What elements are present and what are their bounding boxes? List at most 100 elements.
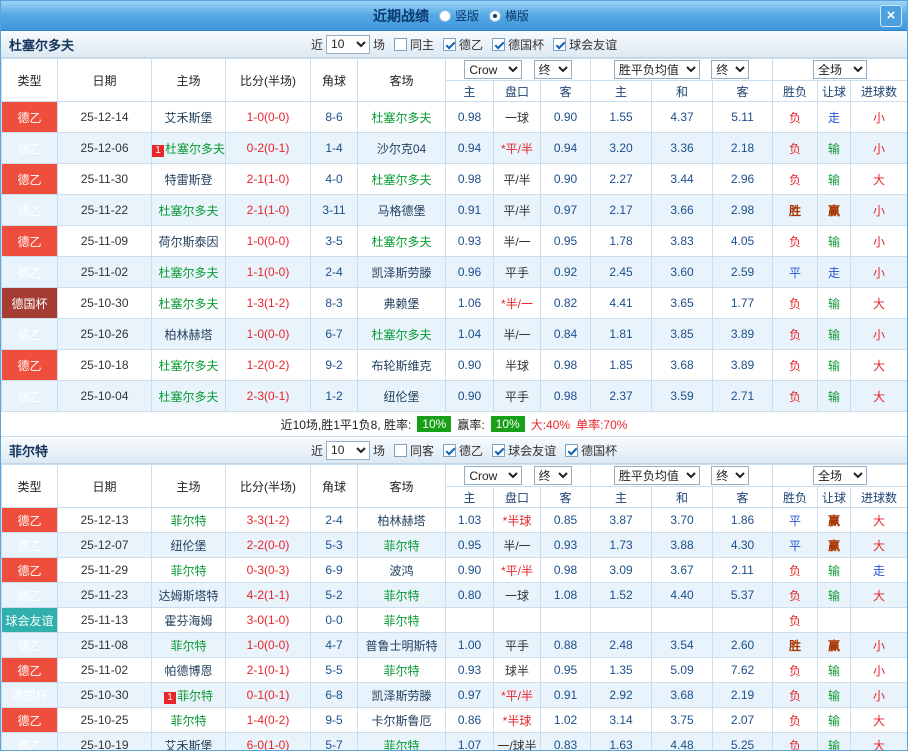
vertical-layout-radio-icon[interactable] xyxy=(438,9,451,22)
filter-checkbox[interactable]: 同客 xyxy=(394,442,434,459)
match-date: 25-10-04 xyxy=(57,380,152,412)
match-count-select[interactable]: 10 xyxy=(326,34,371,54)
away-team-link[interactable]: 菲尔特 xyxy=(383,589,419,603)
filter-checkbox[interactable]: 德乙 xyxy=(443,442,483,459)
home-team-link[interactable]: 艾禾斯堡 xyxy=(164,739,212,751)
corner-score: 8-3 xyxy=(310,287,358,319)
home-team-link[interactable]: 帕德博恩 xyxy=(164,664,212,678)
match-score: 1-1(0-0) xyxy=(225,256,311,288)
checkbox-icon[interactable] xyxy=(394,443,408,457)
away-team-link[interactable]: 菲尔特 xyxy=(383,539,419,553)
checkbox-icon[interactable] xyxy=(443,37,457,51)
away-team-link[interactable]: 马格德堡 xyxy=(377,204,425,218)
asia-away-odds: 0.93 xyxy=(539,532,592,558)
europe-odds-select[interactable]: 胜平负均值 xyxy=(613,466,700,485)
asia-handicap: *平/半 xyxy=(493,132,541,164)
away-team-link[interactable]: 杜塞尔多夫 xyxy=(371,235,431,249)
match-type-badge: 德乙 xyxy=(1,557,58,583)
col-score-header: 比分(半场) xyxy=(225,464,311,508)
away-team-link[interactable]: 卡尔斯鲁厄 xyxy=(371,714,431,728)
checkbox-icon[interactable] xyxy=(492,443,506,457)
result-wdl: 胜 xyxy=(772,632,819,658)
asia-home-odds: 1.03 xyxy=(445,507,494,533)
home-team-link[interactable]: 菲尔特 xyxy=(170,714,206,728)
away-team-link[interactable]: 普鲁士明斯特 xyxy=(365,639,437,653)
away-team-link[interactable]: 沙尔克04 xyxy=(377,142,426,156)
home-team-link[interactable]: 菲尔特 xyxy=(170,514,206,528)
home-team-link[interactable]: 菲尔特 xyxy=(170,564,206,578)
filter-checkbox[interactable]: 德乙 xyxy=(443,36,483,53)
filter-checkbox[interactable]: 球会友谊 xyxy=(492,442,556,459)
col-away-header: 客场 xyxy=(357,464,446,508)
home-team-link[interactable]: 杜塞尔多夫 xyxy=(158,204,218,218)
home-team-link[interactable]: 艾禾斯堡 xyxy=(164,111,212,125)
away-team-link[interactable]: 菲尔特 xyxy=(383,739,419,751)
filter-checkbox[interactable]: 德国杯 xyxy=(492,36,544,53)
checkbox-icon[interactable] xyxy=(394,37,408,51)
vertical-layout-label[interactable]: 竖版 xyxy=(455,7,479,24)
home-team-link[interactable]: 杜塞尔多夫 xyxy=(165,142,225,156)
home-team-cell: 荷尔斯泰因 xyxy=(151,225,226,257)
checkbox-icon[interactable] xyxy=(553,37,567,51)
away-team-link[interactable]: 波鸿 xyxy=(389,564,413,578)
euro-draw-odds: 5.09 xyxy=(651,657,714,683)
filter-bar: 近 10 场 同客 德乙 球会友谊 德国杯 xyxy=(311,440,617,460)
asia-home-odds: 0.90 xyxy=(445,380,494,412)
home-team-link[interactable]: 杜塞尔多夫 xyxy=(158,359,218,373)
away-team-link[interactable]: 杜塞尔多夫 xyxy=(371,173,431,187)
away-team-link[interactable]: 凯泽斯劳滕 xyxy=(371,689,431,703)
home-team-link[interactable]: 纽伦堡 xyxy=(170,539,206,553)
filter-checkbox[interactable]: 球会友谊 xyxy=(553,36,617,53)
home-team-link[interactable]: 柏林赫塔 xyxy=(164,328,212,342)
result-handicap: 输 xyxy=(817,732,852,750)
europe-final-select[interactable]: 终 xyxy=(711,466,750,485)
away-team-link[interactable]: 菲尔特 xyxy=(383,614,419,628)
home-team-link[interactable]: 杜塞尔多夫 xyxy=(158,266,218,280)
scope-select[interactable]: 全场 xyxy=(813,466,868,485)
odds-company-select[interactable]: Crow xyxy=(464,466,523,485)
filter-checkbox[interactable]: 同主 xyxy=(394,36,434,53)
away-team-cell: 凯泽斯劳滕 xyxy=(357,682,446,708)
away-team-link[interactable]: 柏林赫塔 xyxy=(377,514,425,528)
away-team-link[interactable]: 菲尔特 xyxy=(383,664,419,678)
home-team-cell: 帕德博恩 xyxy=(151,657,226,683)
away-team-link[interactable]: 布轮斯维克 xyxy=(371,359,431,373)
home-team-link[interactable]: 荷尔斯泰因 xyxy=(158,235,218,249)
home-team-link[interactable]: 杜塞尔多夫 xyxy=(158,390,218,404)
checkbox-icon[interactable] xyxy=(492,37,506,51)
europe-odds-select[interactable]: 胜平负均值 xyxy=(613,60,700,79)
away-team-link[interactable]: 纽伦堡 xyxy=(383,390,419,404)
home-team-link[interactable]: 菲尔特 xyxy=(170,639,206,653)
home-team-link[interactable]: 达姆斯塔特 xyxy=(158,589,218,603)
europe-final-select[interactable]: 终 xyxy=(711,60,750,79)
match-count-select[interactable]: 10 xyxy=(326,440,371,460)
filter-checkbox[interactable]: 德国杯 xyxy=(565,442,617,459)
away-team-link[interactable]: 杜塞尔多夫 xyxy=(371,111,431,125)
close-button[interactable]: × xyxy=(880,5,902,27)
asia-final-select[interactable]: 终 xyxy=(533,466,572,485)
checkbox-icon[interactable] xyxy=(443,443,457,457)
asia-handicap: 一球 xyxy=(493,101,541,133)
home-team-link[interactable]: 杜塞尔多夫 xyxy=(158,297,218,311)
euro-away-odds: 2.71 xyxy=(712,380,774,412)
match-row: 德乙 25-11-02 杜塞尔多夫 1-1(0-0) 2-4 凯泽斯劳滕 0.96 平手 0.9… xyxy=(1,256,907,288)
match-row: 德乙 25-10-26 柏林赫塔 1-0(0-0) 6-7 杜塞尔多夫 1.04 半/一 0.8… xyxy=(1,318,907,350)
odds-company-select[interactable]: Crow xyxy=(464,60,523,79)
away-team-link[interactable]: 弗赖堡 xyxy=(383,297,419,311)
home-team-link[interactable]: 特雷斯登 xyxy=(164,173,212,187)
result-wdl-header: 胜负 xyxy=(772,486,819,508)
result-wdl: 负 xyxy=(772,132,819,164)
corner-score: 4-7 xyxy=(310,632,358,658)
horizontal-layout-radio-icon[interactable] xyxy=(489,9,501,22)
result-wdl: 负 xyxy=(772,707,819,733)
asia-final-select[interactable]: 终 xyxy=(533,60,572,79)
checkbox-icon[interactable] xyxy=(565,443,579,457)
away-team-link[interactable]: 杜塞尔多夫 xyxy=(371,328,431,342)
home-team-link[interactable]: 霍芬海姆 xyxy=(164,614,212,628)
home-team-link[interactable]: 菲尔特 xyxy=(177,689,213,703)
away-team-link[interactable]: 凯泽斯劳滕 xyxy=(371,266,431,280)
corner-score: 5-3 xyxy=(310,532,358,558)
horizontal-layout-label[interactable]: 横版 xyxy=(505,7,529,24)
euro-away-odds: 2.60 xyxy=(712,632,774,658)
scope-select[interactable]: 全场 xyxy=(813,60,868,79)
